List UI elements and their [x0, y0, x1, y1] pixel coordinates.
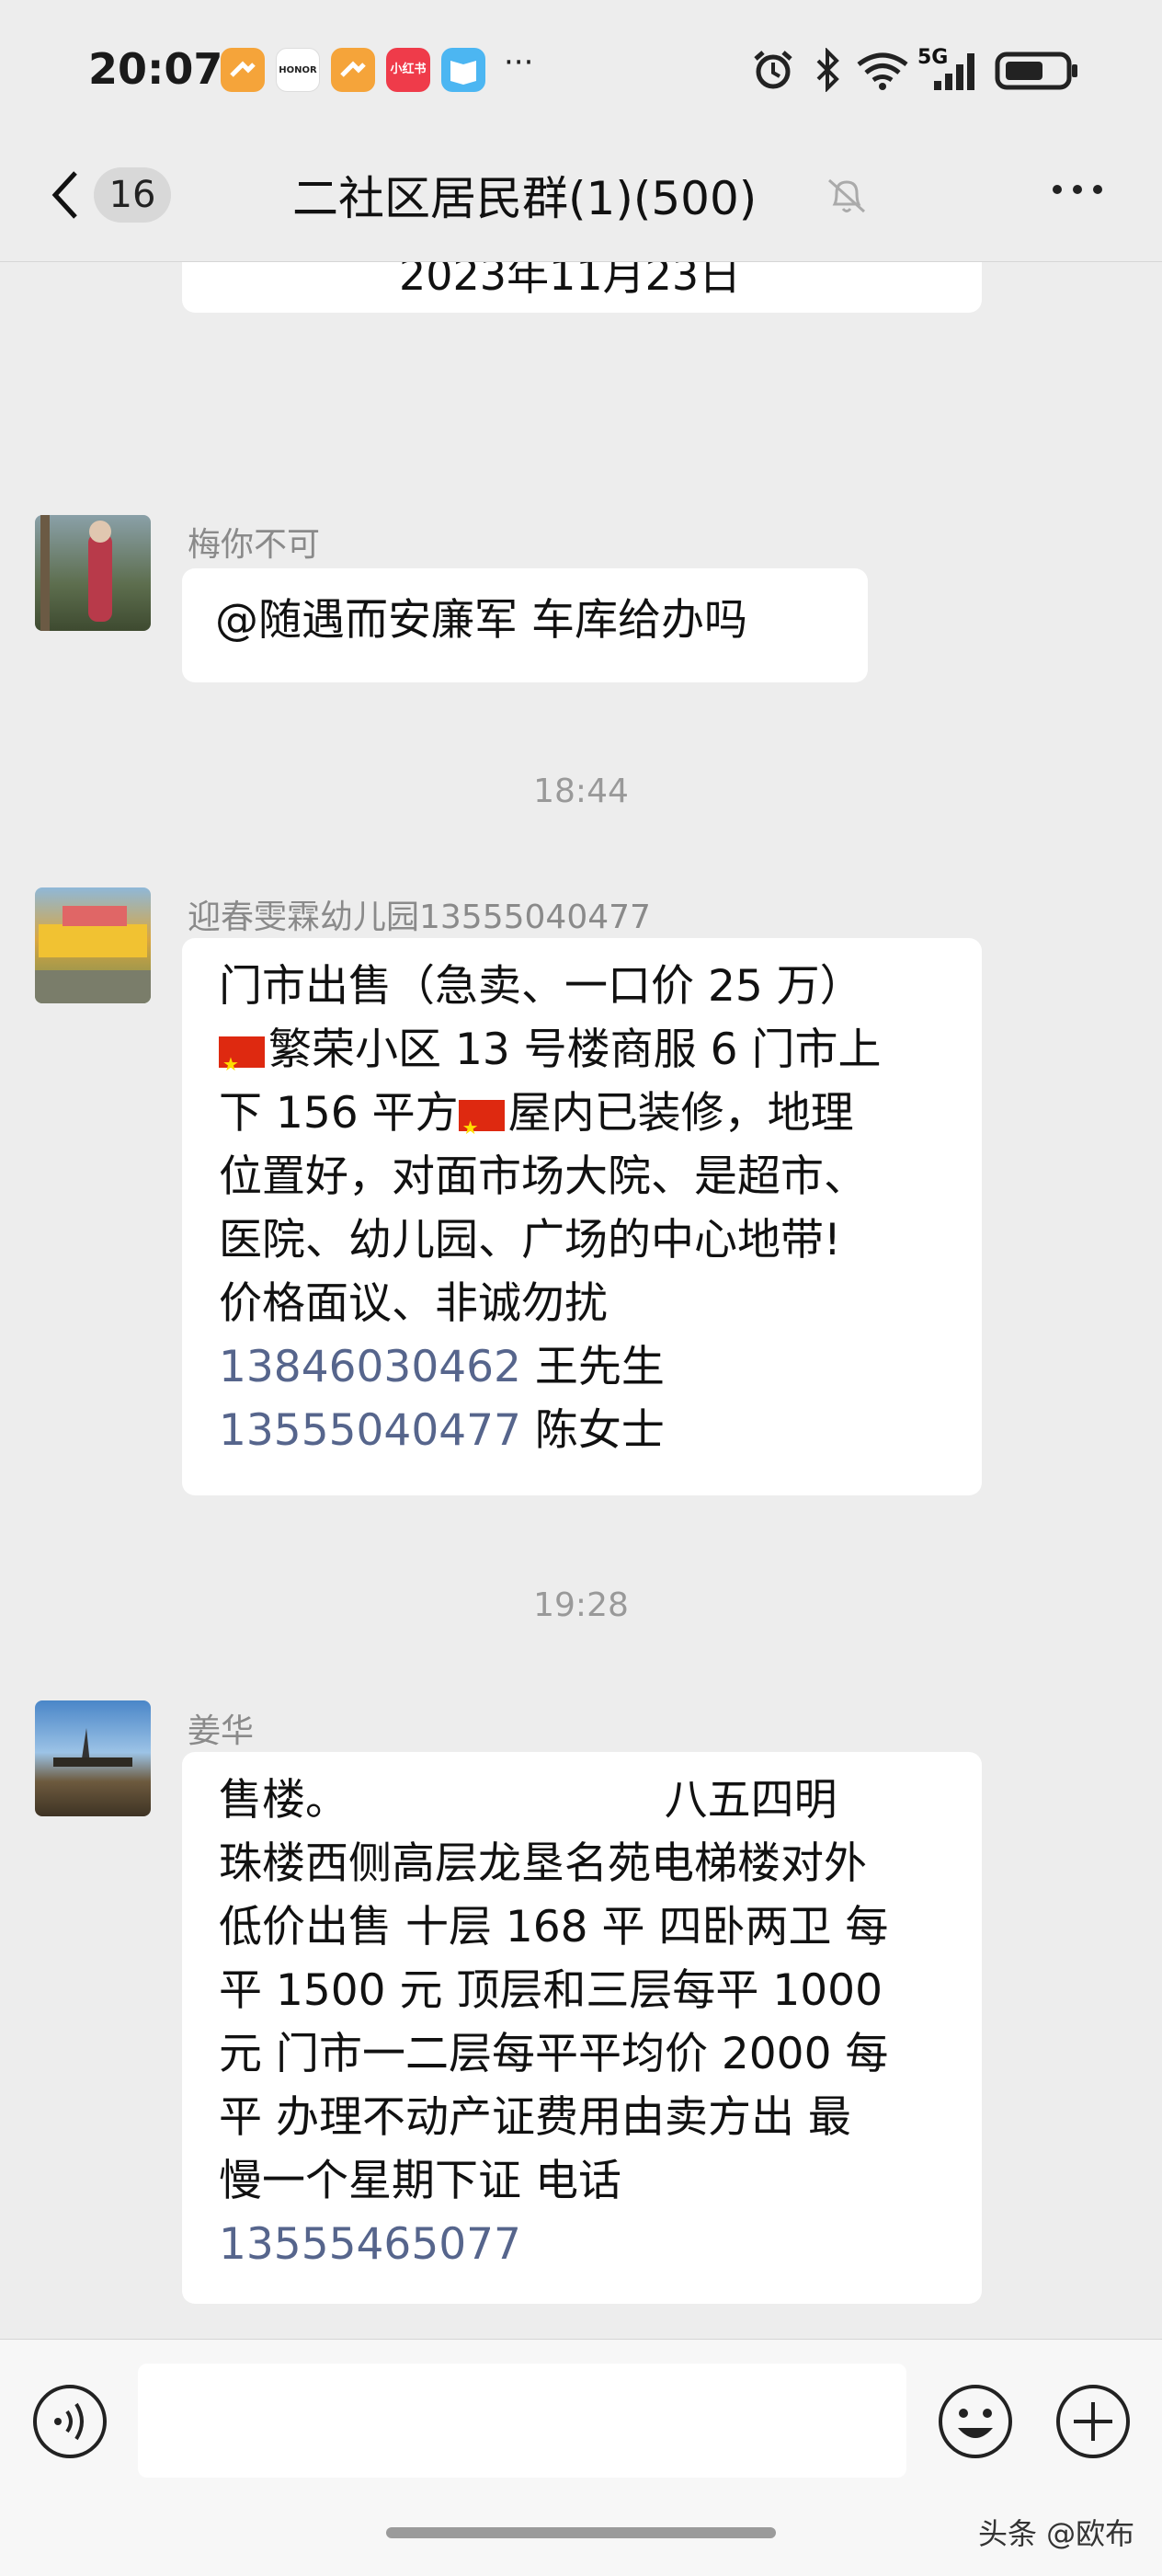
- voice-input-icon[interactable]: [30, 2382, 109, 2461]
- phone-link[interactable]: 13555465077: [219, 2219, 521, 2270]
- honor-icon: HONOR: [276, 48, 320, 92]
- contact-line: 13555465077: [219, 2213, 945, 2276]
- emoji-icon[interactable]: [936, 2382, 1015, 2461]
- message-line: 医院、幼儿园、广场的中心地带!: [219, 1215, 841, 1265]
- sender-name: 迎春雯霖幼儿园13555040477: [188, 899, 651, 936]
- plus-icon[interactable]: [1054, 2382, 1133, 2461]
- message-bubble[interactable]: 售楼。 八五四明 珠楼西侧高层龙垦名苑电梯楼对外 低价出售 十层 168 平 四…: [182, 1752, 982, 2304]
- message-line: 低价出售 十层 168 平 四卧两卫 每: [219, 1902, 889, 1952]
- more-options-icon[interactable]: [1050, 180, 1105, 199]
- battery-icon: [995, 52, 1077, 90]
- phone-link[interactable]: 13555040477: [219, 1405, 521, 1456]
- message-line: 珠楼西侧高层龙垦名苑电梯楼对外: [219, 1838, 867, 1889]
- message-input[interactable]: [138, 2364, 906, 2478]
- message-line-with-flag: 繁荣小区 13 号楼商服 6 门市上: [219, 1018, 945, 1096]
- message-timestamp: 19:28: [533, 1586, 629, 1624]
- more-notifications-icon: ···: [504, 44, 534, 81]
- watermark: 头条 @欧布: [978, 2516, 1135, 2551]
- avatar[interactable]: [35, 1700, 151, 1816]
- china-flag-icon: [219, 1033, 265, 1096]
- partial-message-bubble: 2023年11月23日: [182, 262, 982, 313]
- message-bubble[interactable]: 门市出售（急卖、一口价 25 万） 繁荣小区 13 号楼商服 6 门市上 下 1…: [182, 938, 982, 1495]
- message-line: 平 办理不动产证费用由卖方出 最: [219, 2092, 851, 2143]
- mute-bell-icon: [827, 178, 866, 213]
- china-flag-icon: [458, 1096, 505, 1160]
- message-line: 慢一个星期下证 电话: [219, 2156, 621, 2206]
- message-list[interactable]: 2023年11月23日 梅你不可 @随遇而安廉军 车库给办吗 18:44 迎春雯…: [0, 262, 1162, 2339]
- alarm-icon: [754, 51, 792, 89]
- app-notification-icon-2: [331, 48, 375, 92]
- signal-icon: [934, 53, 974, 90]
- avatar[interactable]: [35, 515, 151, 631]
- unread-count-badge[interactable]: 16: [94, 167, 171, 223]
- message-line: 售楼。 八五四明: [219, 1775, 837, 1826]
- message-bubble[interactable]: @随遇而安廉军 车库给办吗: [182, 568, 868, 682]
- contact-line: 13555040477 陈女士: [219, 1405, 665, 1456]
- back-arrow-icon[interactable]: [46, 167, 83, 223]
- bluetooth-icon: [816, 48, 839, 92]
- message-text: @随遇而安廉军 车库给办吗: [215, 595, 747, 646]
- message-line-with-flag: 下 156 平方屋内已装修，地理: [219, 1082, 945, 1160]
- message-line: 价格面议、非诚勿扰: [219, 1278, 608, 1329]
- status-time: 20:07: [88, 44, 223, 94]
- message-line: 平 1500 元 顶层和三层每平 1000: [219, 1965, 883, 2016]
- sender-name: 梅你不可: [188, 526, 321, 564]
- contact-line: 13846030462 王先生: [219, 1342, 665, 1392]
- message-line: 元 门市一二层每平平均价 2000 每: [219, 2029, 889, 2079]
- home-indicator[interactable]: [386, 2527, 776, 2538]
- xiaohongshu-icon: 小红书: [386, 48, 430, 92]
- app-notification-icon: [221, 48, 265, 92]
- avatar[interactable]: [35, 887, 151, 1003]
- message-timestamp: 18:44: [533, 773, 629, 810]
- message-line: 位置好，对面市场大院、是超市、: [219, 1151, 867, 1202]
- wifi-icon: [857, 52, 908, 90]
- message-line: 门市出售（急卖、一口价 25 万）: [219, 961, 863, 1012]
- partial-date-text: 2023年11月23日: [399, 262, 742, 300]
- reader-icon: [441, 48, 485, 92]
- sender-name: 姜华: [188, 1712, 255, 1750]
- chat-title: 二社区居民群(1)(500): [292, 172, 758, 225]
- phone-link[interactable]: 13846030462: [219, 1342, 521, 1392]
- status-bar: 20:07 HONOR 小红书 ··· 5G: [0, 0, 1162, 138]
